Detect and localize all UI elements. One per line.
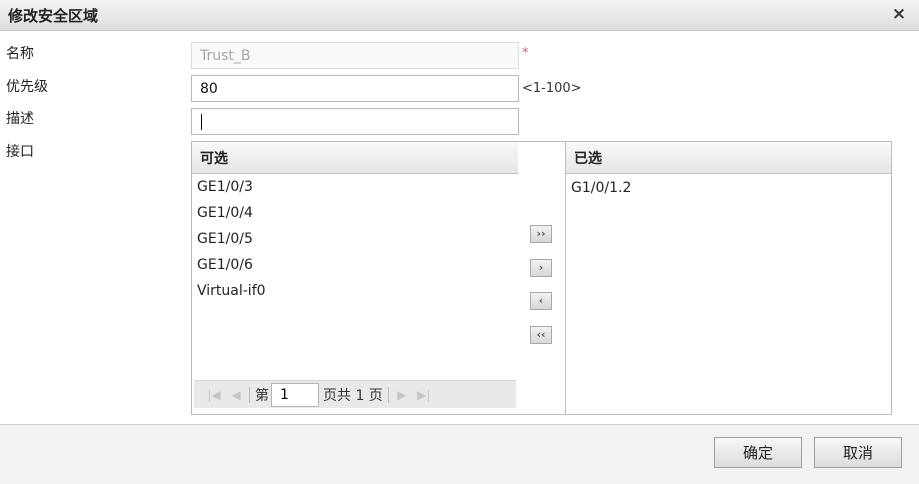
first-page-icon[interactable]: |◀ (206, 388, 222, 402)
name-label: 名称 (6, 46, 34, 62)
selected-list: G1/0/1.2 (566, 174, 891, 201)
available-item[interactable]: Virtual-if0 (192, 278, 518, 304)
prev-page-icon[interactable]: ◀ (228, 388, 244, 402)
description-field[interactable] (191, 108, 519, 135)
dialog-footer: 确定 取消 (0, 424, 919, 484)
remove-selected-button[interactable]: ‹ (530, 292, 552, 310)
page-prefix: 第 (255, 387, 269, 404)
available-list-header: 可选 (192, 142, 518, 174)
interfaces-label: 接口 (6, 144, 34, 160)
selected-list-panel: 已选 G1/0/1.2 (565, 141, 892, 415)
text-caret (201, 114, 202, 130)
priority-range-hint: <1-100> (522, 81, 582, 96)
remove-all-button[interactable]: ‹‹ (530, 326, 552, 344)
page-number-input[interactable] (271, 382, 319, 407)
selected-item[interactable]: G1/0/1.2 (566, 175, 891, 201)
add-selected-button[interactable]: › (530, 259, 552, 277)
transfer-controls: ›› › ‹ ‹‹ (518, 141, 566, 415)
last-page-icon[interactable]: ▶| (416, 388, 432, 402)
available-item[interactable]: GE1/0/5 (192, 226, 518, 252)
pagination-bar: |◀ ◀ 第 页共 1 页 ▶ ▶| (194, 380, 516, 408)
available-item[interactable]: GE1/0/4 (192, 200, 518, 226)
ok-button[interactable]: 确定 (714, 437, 802, 468)
close-icon[interactable]: × (891, 4, 907, 24)
page-total: 页共 1 页 (323, 387, 383, 404)
dialog-title: 修改安全区域 (8, 7, 99, 25)
available-list: GE1/0/3 GE1/0/4 GE1/0/5 GE1/0/6 Virtual-… (192, 174, 518, 304)
priority-field[interactable] (191, 75, 519, 102)
next-page-icon[interactable]: ▶ (394, 388, 410, 402)
selected-list-header: 已选 (566, 142, 891, 174)
required-mark: * (522, 46, 529, 61)
name-field (191, 42, 519, 69)
description-label: 描述 (6, 111, 34, 127)
priority-label: 优先级 (6, 79, 48, 95)
cancel-button[interactable]: 取消 (814, 437, 902, 468)
available-item[interactable]: GE1/0/3 (192, 174, 518, 200)
pager-divider (387, 386, 389, 403)
available-item[interactable]: GE1/0/6 (192, 252, 518, 278)
available-list-panel: 可选 GE1/0/3 GE1/0/4 GE1/0/5 GE1/0/6 Virtu… (191, 141, 519, 415)
dialog-titlebar: 修改安全区域 × (0, 0, 919, 31)
pager-divider (249, 386, 250, 403)
add-all-button[interactable]: ›› (530, 225, 552, 243)
